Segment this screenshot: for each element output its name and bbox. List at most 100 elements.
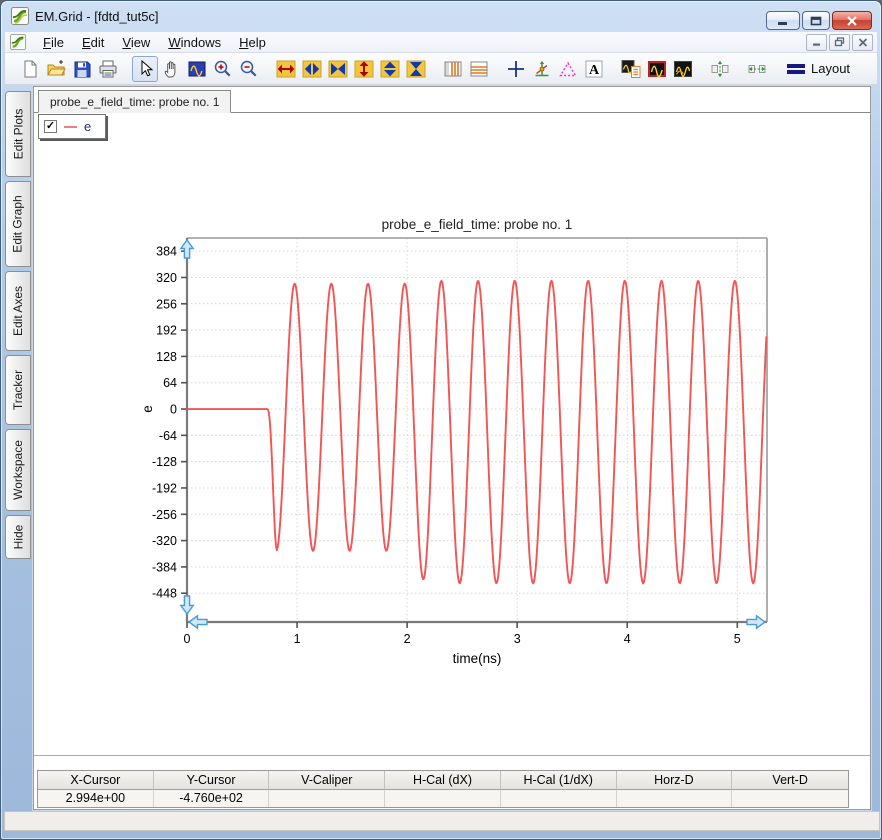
v-expand-button[interactable] [351,56,377,82]
h-shrink-icon [302,60,322,77]
sidebar-tab-edit-plots[interactable]: Edit Plots [5,91,31,177]
pan-up-arrow-icon[interactable] [179,238,195,259]
chart-canvas[interactable]: 384320256192128640-64-128-192-256-320-38… [132,230,792,672]
fit-horizontal-button[interactable] [744,56,770,82]
child-minimize-button[interactable] [806,33,827,51]
y-tick-label: 64 [163,376,177,390]
new-document-button[interactable] [17,56,43,82]
v-bowtie-button[interactable] [403,56,429,82]
h-expand-icon [276,60,296,77]
h-bowtie-button[interactable] [325,56,351,82]
toolbar-group [17,56,121,82]
zoom-window-icon [188,61,206,77]
maximize-button[interactable] [802,11,830,30]
pan-right-arrow-icon[interactable] [746,614,767,630]
y-tick-label: 128 [156,350,177,364]
cursor-col-header: X-Cursor [38,771,154,790]
y-tick-label: -128 [152,455,177,469]
child-close-button[interactable] [852,33,873,51]
y-tick-label: -64 [159,429,177,443]
toolbar-group [618,56,696,82]
layout-label: Layout [811,61,851,76]
fit-horizontal-icon [748,64,766,73]
sidebar-tab-hide[interactable]: Hide [5,515,31,559]
sidebar-tab-edit-graph[interactable]: Edit Graph [5,181,31,267]
y-tick-label: 256 [156,297,177,311]
x-tick-label: 1 [294,632,301,646]
horizontal-grid-button[interactable] [466,56,492,82]
sidebar-tab-tracker[interactable]: Tracker [5,355,31,425]
window-title: EM.Grid - [fdtd_tut5c] [35,9,159,24]
text-label-button[interactable]: A [581,56,607,82]
y-tick-label: -256 [152,508,177,522]
toolbar-group [440,56,492,82]
y-tick-label: -384 [152,560,177,574]
pan-left-arrow-icon[interactable] [187,614,208,630]
new-document-icon [24,60,37,77]
caliper-triangle-button[interactable] [555,56,581,82]
toolbar-group [707,56,733,82]
svg-text:A: A [589,63,600,78]
close-button[interactable] [832,11,872,30]
cursor-col-header: Y-Cursor [153,771,270,790]
text-label-icon: A [585,60,603,78]
cursor-col-header: Vert-D [732,771,848,790]
minimize-button[interactable] [766,11,800,30]
tracker-axes-button[interactable] [529,56,555,82]
caliper-triangle-icon [559,61,577,76]
x-tick-label: 0 [184,632,191,646]
legend-checkbox[interactable]: ✓ [44,120,57,133]
menu-item-help[interactable]: Help [230,33,275,52]
fit-vertical-icon [711,60,729,77]
plot-multi-button[interactable] [670,56,696,82]
child-window-icon [10,34,26,50]
menu-item-view[interactable]: View [113,33,159,52]
h-expand-button[interactable] [273,56,299,82]
plot-with-legend-icon [621,59,641,78]
v-shrink-button[interactable] [377,56,403,82]
title-bar[interactable]: EM.Grid - [fdtd_tut5c] [1,1,881,31]
document-tab-bar: probe_e_field_time: probe no. 1 [34,89,870,113]
pan-down-arrow-icon[interactable] [179,595,195,616]
cursor-col-header: H-Cal (dX) [385,771,501,790]
menu-item-file[interactable]: File [34,33,73,52]
h-shrink-button[interactable] [299,56,325,82]
sidebar-tab-edit-axes[interactable]: Edit Axes [5,271,31,351]
menu-item-edit[interactable]: Edit [73,33,113,52]
plot-with-legend-button[interactable] [618,56,644,82]
v-shrink-icon [380,60,400,77]
vertical-grid-button[interactable] [440,56,466,82]
zoom-window-button[interactable] [184,56,210,82]
x-axis-label: time(ns) [453,651,502,666]
x-tick-label: 3 [514,632,521,646]
crosshair-icon [508,60,524,77]
child-restore-button[interactable] [829,33,850,51]
zoom-in-button[interactable] [210,56,236,82]
cursor-value-cell [385,790,501,807]
tracker-axes-icon [535,60,549,76]
cursor-col-header: V-Caliper [269,771,386,790]
app-window: EM.Grid - [fdtd_tut5c] File Edit View Windo… [0,0,882,840]
document-tab[interactable]: probe_e_field_time: probe no. 1 [38,90,232,113]
open-file-button[interactable] [43,56,69,82]
y-tick-label: 320 [156,271,177,285]
save-button[interactable] [69,56,95,82]
menu-item-windows[interactable]: Windows [159,33,230,52]
fit-vertical-button[interactable] [707,56,733,82]
layout-button[interactable]: Layout [781,56,855,82]
x-tick-label: 2 [404,632,411,646]
v-bowtie-icon [406,60,426,77]
layout-icon [787,63,805,74]
horizontal-grid-icon [470,61,488,76]
y-tick-label: 0 [170,403,177,417]
legend-series-label: e [84,119,92,134]
crosshair-button[interactable] [503,56,529,82]
menu-bar: File Edit View Windows Help [4,31,878,53]
select-tool-button[interactable] [132,55,158,82]
pan-tool-button[interactable] [158,56,184,82]
plot-single-button[interactable] [644,56,670,82]
sidebar-tab-workspace[interactable]: Workspace [5,429,31,511]
print-button[interactable] [95,56,121,82]
plot-multi-icon [674,60,692,77]
zoom-out-button[interactable] [236,56,262,82]
